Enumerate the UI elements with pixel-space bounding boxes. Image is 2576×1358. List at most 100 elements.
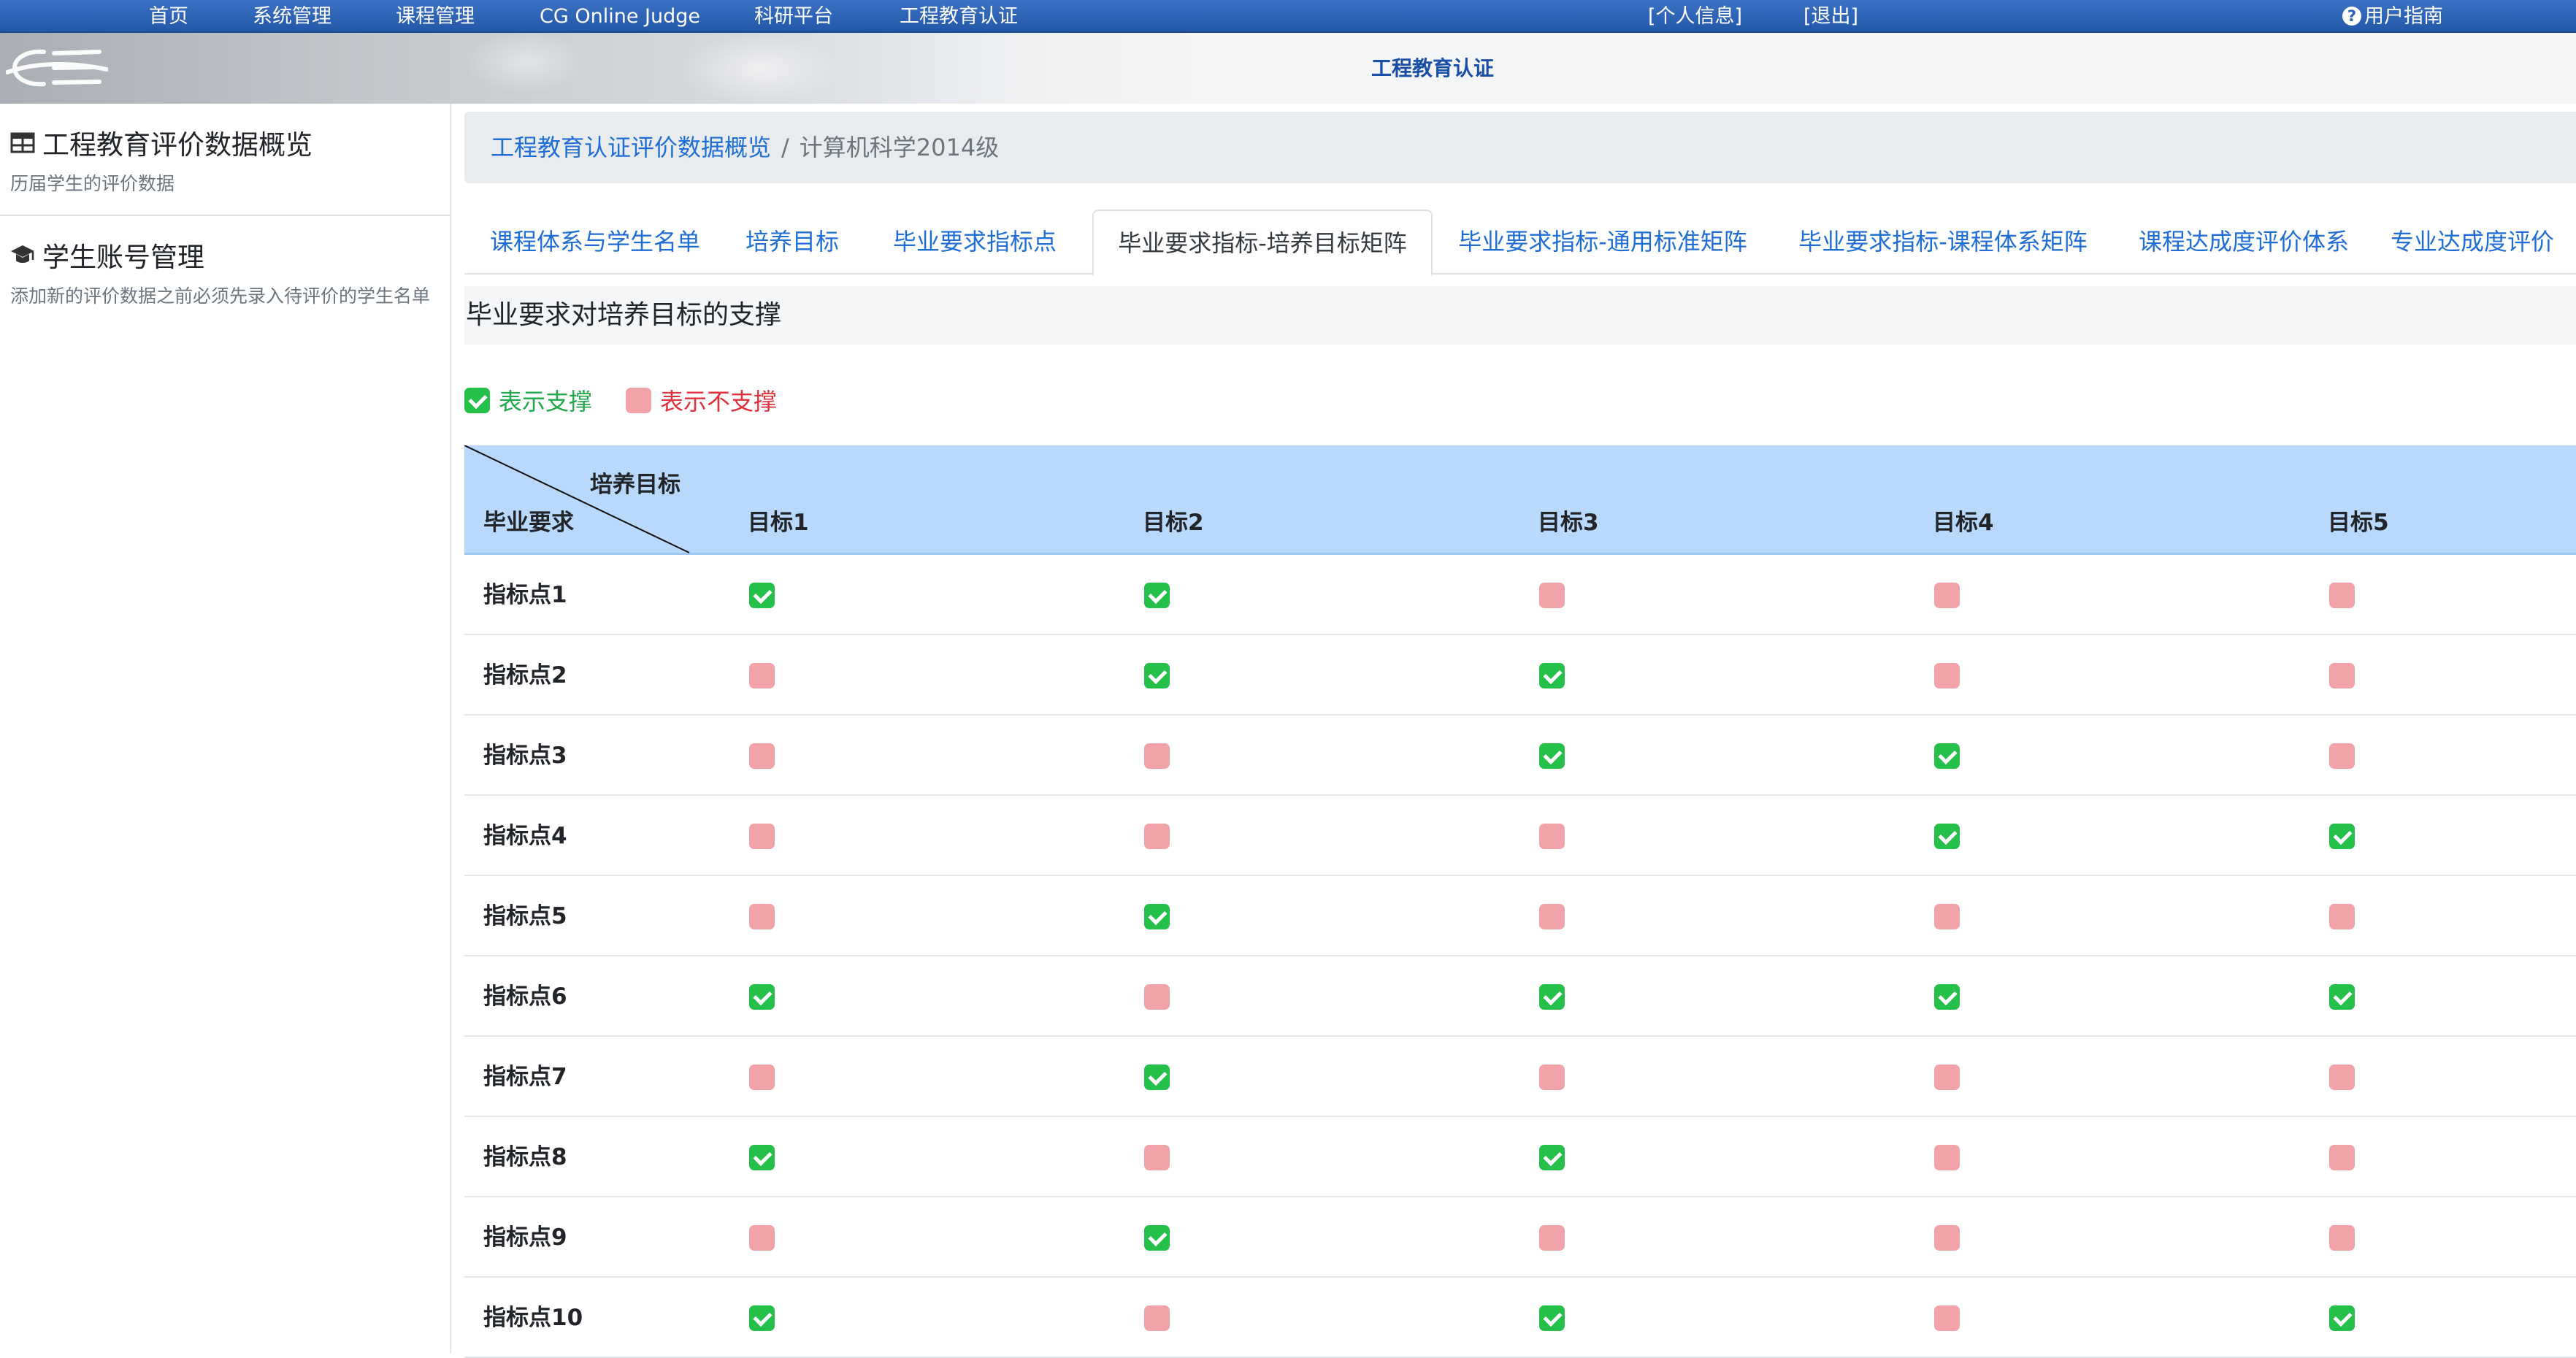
tab-course-attainment[interactable]: 课程达成度评价体系 [2113,210,2374,275]
row-header: 指标点2 [483,662,567,688]
check-icon [2329,983,2355,1010]
empty-box-icon [1539,1064,1565,1090]
row-header: 指标点8 [483,1144,567,1170]
matrix-cell [749,1197,775,1278]
empty-box-icon [2329,1144,2355,1170]
check-icon [1539,1305,1565,1331]
matrix-cell [2329,1117,2355,1197]
nav-online-judge[interactable]: CG Online Judge [540,0,700,33]
table-row: 指标点3 [464,716,2576,796]
empty-box-icon [1144,743,1170,769]
empty-box-icon [1934,1305,1960,1331]
tab-graduation-indicators[interactable]: 毕业要求指标点 [859,210,1091,275]
empty-box-icon [1539,823,1565,849]
tab-training-goals[interactable]: 培养目标 [726,210,859,275]
empty-box-icon [2329,662,2355,688]
nav-home[interactable]: 首页 [149,0,188,33]
tab-major-attainment[interactable]: 专业达成度评价 [2374,210,2576,275]
empty-box-icon [749,1064,775,1090]
matrix-cell [1539,1197,1565,1278]
matrix-cell [749,876,775,956]
matrix-cell [1144,1197,1170,1278]
matrix-cell [2329,956,2355,1037]
legend-not-supported-label: 表示不支撑 [660,388,778,415]
sidebar-item-accounts[interactable]: 学生账号管理 添加新的评价数据之前必须先录入待评价的学生名单 [10,235,441,312]
matrix-cell [1934,555,1960,635]
check-icon [1144,1064,1170,1090]
banner-title: 工程教育认证 [1371,56,1495,80]
logo-icon [6,49,108,87]
check-icon [1144,582,1170,608]
matrix-cell [2329,635,2355,716]
sidebar-accounts-title: 学生账号管理 [42,242,204,273]
tab-indicator-goal-matrix[interactable]: 毕业要求指标-培养目标矩阵 [1092,210,1433,276]
matrix-cell [2329,1278,2355,1358]
empty-box-icon [1934,662,1960,688]
check-icon [1934,983,1960,1010]
legend-supported-label: 表示支撑 [499,388,593,415]
section-title: 毕业要求对培养目标的支撑 [464,286,2576,345]
empty-box-icon [1934,1224,1960,1251]
legend-not-supported: 表示不支撑 [626,383,777,417]
breadcrumb: 工程教育认证评价数据概览 / 计算机科学2014级 [464,112,2576,183]
breadcrumb-separator: / [781,134,789,161]
empty-box-icon [1144,1144,1170,1170]
matrix-cell [1539,876,1565,956]
tab-course-system[interactable]: 课程体系与学生名单 [464,210,726,275]
empty-box-icon [1934,582,1960,608]
top-navbar: 首页 系统管理 课程管理 CG Online Judge 科研平台 工程教育认证… [0,0,2576,33]
sidebar: 工程教育评价数据概览 历届学生的评价数据 学生账号管理 添加新的评价数据之前必须… [0,104,451,1354]
check-icon [749,1305,775,1331]
column-header: 目标3 [1538,510,1599,536]
empty-box-icon [1934,1064,1960,1090]
nav-help[interactable]: ? 用户指南 [2342,0,2443,33]
matrix-cell [1934,876,1960,956]
graduation-cap-icon [11,245,34,263]
nav-profile[interactable]: [个人信息] [1648,0,1742,33]
matrix-cell [1539,716,1565,796]
check-icon [1144,662,1170,688]
table-row: 指标点2 [464,635,2576,716]
column-header: 目标4 [1933,510,1994,536]
header-corner-goals: 培养目标 [590,472,681,498]
nav-help-label: 用户指南 [2364,5,2443,28]
empty-box-icon [749,1224,775,1251]
empty-box-icon [749,662,775,688]
empty-box-icon [1934,1144,1960,1170]
nav-logout[interactable]: [退出] [1803,0,1858,33]
empty-box-icon [2329,1224,2355,1251]
matrix-cell [1539,555,1565,635]
table-row: 指标点4 [464,796,2576,876]
matrix-cell [1934,635,1960,716]
row-header: 指标点1 [483,582,567,608]
table-row: 指标点8 [464,1117,2576,1197]
check-icon [1539,983,1565,1010]
row-header: 指标点5 [483,903,567,929]
table-row: 指标点1 [464,555,2576,635]
check-icon [749,983,775,1010]
sidebar-accounts-subtitle: 添加新的评价数据之前必须先录入待评价的学生名单 [10,285,431,307]
tab-indicator-standard-matrix[interactable]: 毕业要求指标-通用标准矩阵 [1433,210,1773,275]
matrix-cell [1144,716,1170,796]
nav-system-admin[interactable]: 系统管理 [253,0,331,33]
empty-box-icon [2329,582,2355,608]
banner-background [0,33,1197,104]
matrix-cell [1144,956,1170,1037]
matrix-cell [1934,796,1960,876]
matrix-cell [2329,876,2355,956]
matrix-cell [1539,1037,1565,1117]
matrix-cell [1934,1197,1960,1278]
tab-indicator-course-matrix[interactable]: 毕业要求指标-课程体系矩阵 [1773,210,2113,275]
matrix-cell [1539,1278,1565,1358]
matrix-cell [1934,1117,1960,1197]
table-row: 指标点5 [464,876,2576,956]
nav-engineering-cert[interactable]: 工程教育认证 [900,0,1018,33]
check-icon [1934,823,1960,849]
sidebar-item-overview[interactable]: 工程教育评价数据概览 历届学生的评价数据 [10,123,441,200]
matrix-cell [1539,796,1565,876]
nav-course-admin[interactable]: 课程管理 [396,0,475,33]
empty-box-icon [749,823,775,849]
nav-research[interactable]: 科研平台 [754,0,833,33]
breadcrumb-overview-link[interactable]: 工程教育认证评价数据概览 [491,134,771,161]
check-icon [749,1144,775,1170]
